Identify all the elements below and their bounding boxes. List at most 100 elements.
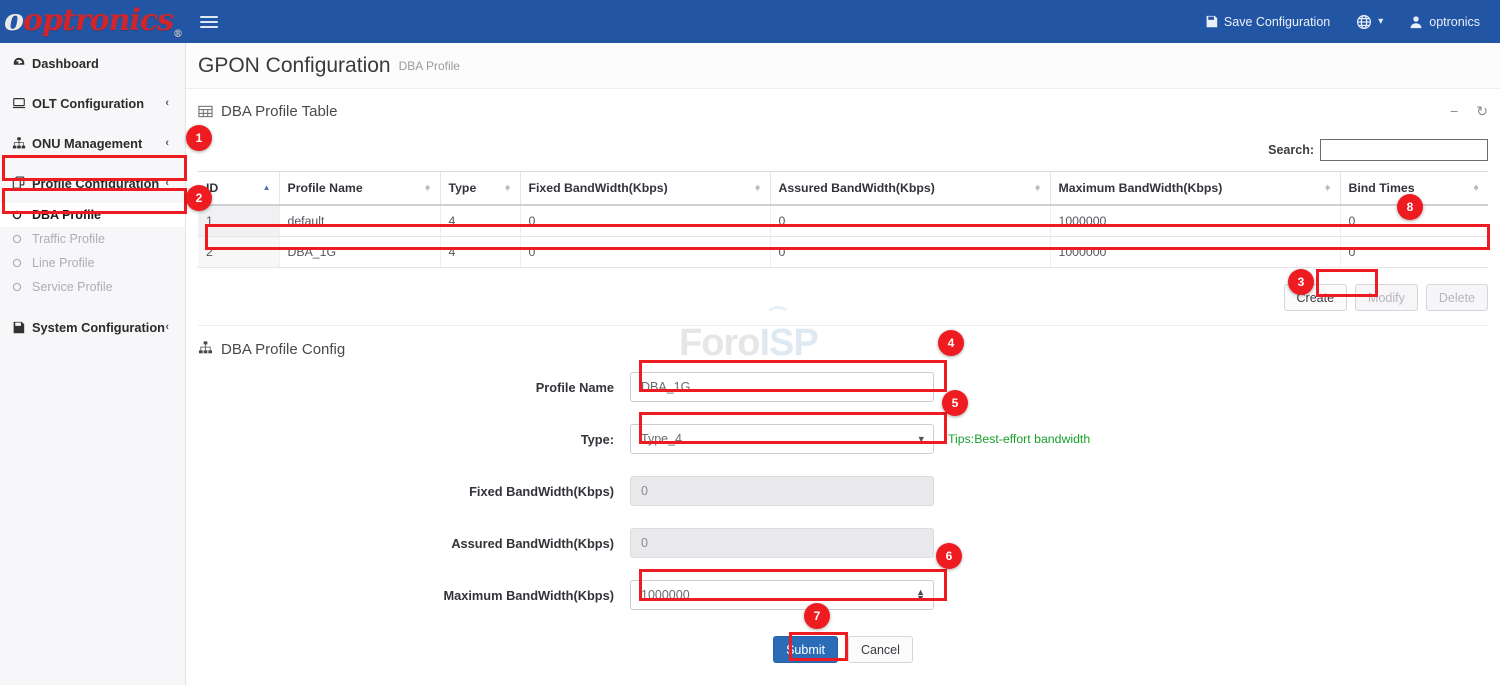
topbar-right-group: Save Configuration ▾ opt [1205,14,1500,30]
sidebar-item-profile-configuration[interactable]: Profile Configuration ‹ [0,163,185,203]
circle-icon [12,210,32,220]
field-label-assured-bandwidth: Assured BandWidth(Kbps) [198,536,630,551]
cell-id: 2 [198,237,279,268]
field-wrap-type: Type_4 ▾ [630,424,934,454]
number-stepper-icon[interactable]: ▲▼ [916,589,925,601]
form-panel-header: DBA Profile Config [198,326,1488,372]
sidebar-item-onu-management[interactable]: ONU Management ‹ [0,123,185,163]
brand-logo[interactable]: ooptronics® [0,0,186,43]
sort-indicator-icon: ▲▼ [754,187,762,189]
sidebar-item-label: System Configuration [32,320,165,335]
table-panel-header: DBA Profile Table − ↻ [198,89,1488,133]
brand-name: optronics [23,3,173,38]
sidebar-item-label: ONU Management [32,136,165,151]
dashboard-icon [12,56,32,70]
chevron-left-icon: ‹ [165,177,169,189]
cell-bind-times: 0 [1340,237,1488,268]
form-row-maximum-bandwidth: Maximum BandWidth(Kbps) ▲▼ [198,580,1488,610]
submit-button[interactable]: Submit [773,636,838,663]
field-label-type: Type: [198,432,630,447]
cell-profile-name: DBA_1G [279,237,440,268]
chevron-left-icon: ‹ [165,137,169,149]
sidebar-item-system-configuration[interactable]: System Configuration ‹ [0,307,185,347]
sort-indicator-icon: ▲▼ [504,187,512,189]
cell-profile-name: default [279,205,440,237]
search-label: Search: [1268,143,1314,157]
circle-icon [12,282,32,292]
profile-name-input[interactable] [630,372,934,402]
form-row-assured-bandwidth: Assured BandWidth(Kbps) [198,528,1488,558]
globe-icon [1356,14,1372,30]
column-header-profile-name[interactable]: Profile Name ▲▼ [279,172,440,206]
table-row[interactable]: 1 default 4 0 0 1000000 0 [198,205,1488,237]
refresh-icon[interactable]: ↻ [1476,103,1488,120]
column-header-label: Profile Name [288,181,363,195]
cell-type: 4 [440,205,520,237]
column-header-label: Fixed BandWidth(Kbps) [529,181,668,195]
sort-indicator-icon: ▲▼ [424,187,432,189]
fixed-bandwidth-input[interactable] [630,476,934,506]
top-navbar: ooptronics® Save Configuration [0,0,1500,43]
cell-fixed-bandwidth: 0 [520,237,770,268]
chevron-down-icon: ▾ [1378,16,1383,27]
search-input[interactable] [1320,139,1488,161]
maximum-bandwidth-input[interactable] [630,580,934,610]
annotation-badge-4: 4 [938,330,964,356]
delete-button[interactable]: Delete [1426,284,1488,311]
sidebar-item-dashboard[interactable]: Dashboard [0,43,185,83]
type-select-value: Type_4 [641,432,682,446]
annotation-badge-8: 8 [1397,194,1423,220]
field-wrap-maximum-bandwidth: ▲▼ [630,580,934,610]
dba-profile-table-panel: DBA Profile Table − ↻ Search: [186,89,1500,663]
language-selector[interactable]: ▾ [1356,14,1383,30]
column-header-type[interactable]: Type ▲▼ [440,172,520,206]
column-header-fixed-bandwidth[interactable]: Fixed BandWidth(Kbps) ▲▼ [520,172,770,206]
annotation-badge-6: 6 [936,543,962,569]
circle-icon [12,234,32,244]
hamburger-icon[interactable] [200,10,224,34]
sidebar-item-olt-configuration[interactable]: OLT Configuration ‹ [0,83,185,123]
sidebar-item-dba-profile[interactable]: DBA Profile [0,203,185,227]
breadcrumb: DBA Profile [399,59,460,73]
cell-fixed-bandwidth: 0 [520,205,770,237]
sidebar-item-traffic-profile[interactable]: Traffic Profile [0,227,185,251]
sidebar-item-label: Traffic Profile [32,232,105,246]
annotation-badge-5: 5 [942,390,968,416]
cell-maximum-bandwidth: 1000000 [1050,237,1340,268]
assured-bandwidth-input[interactable] [630,528,934,558]
save-configuration-button[interactable]: Save Configuration [1205,15,1330,29]
sort-indicator-icon: ▲▼ [1472,187,1480,189]
floppy-disk-icon [1205,15,1218,28]
form-panel-title: DBA Profile Config [221,341,345,358]
cancel-button[interactable]: Cancel [848,636,913,663]
table-row[interactable]: 2 DBA_1G 4 0 0 1000000 0 [198,237,1488,268]
table-panel-title: DBA Profile Table [221,103,337,120]
cell-maximum-bandwidth: 1000000 [1050,205,1340,237]
type-select[interactable]: Type_4 ▾ [630,424,934,454]
circle-icon [12,258,32,268]
annotation-badge-3: 3 [1288,269,1314,295]
sidebar-item-label: Profile Configuration [32,176,165,191]
column-header-assured-bandwidth[interactable]: Assured BandWidth(Kbps) ▲▼ [770,172,1050,206]
save-configuration-label: Save Configuration [1224,15,1330,29]
chevron-down-icon: ▾ [918,433,924,446]
table-search-row: Search: [198,133,1488,171]
minus-icon[interactable]: − [1450,103,1458,119]
column-header-maximum-bandwidth[interactable]: Maximum BandWidth(Kbps) ▲▼ [1050,172,1340,206]
panel-tools: − ↻ [1450,103,1488,120]
sidebar-item-line-profile[interactable]: Line Profile [0,251,185,275]
page-title: GPON Configuration [198,54,391,78]
monitor-icon [12,96,32,110]
user-menu[interactable]: optronics [1409,15,1480,29]
sort-indicator-icon: ▲▼ [1324,187,1332,189]
cell-assured-bandwidth: 0 [770,205,1050,237]
modify-button[interactable]: Modify [1355,284,1418,311]
dba-profile-table: ID ▲ Profile Name ▲▼ Type ▲▼ Fixed Ban [198,171,1488,268]
sitemap-icon [198,340,213,359]
sidebar-item-service-profile[interactable]: Service Profile [0,275,185,299]
column-header-label: Assured BandWidth(Kbps) [779,181,935,195]
field-wrap-fixed-bandwidth [630,476,934,506]
sidebar-item-label: Line Profile [32,256,95,270]
field-label-maximum-bandwidth: Maximum BandWidth(Kbps) [198,588,630,603]
page-header: GPON Configuration DBA Profile [186,43,1500,89]
